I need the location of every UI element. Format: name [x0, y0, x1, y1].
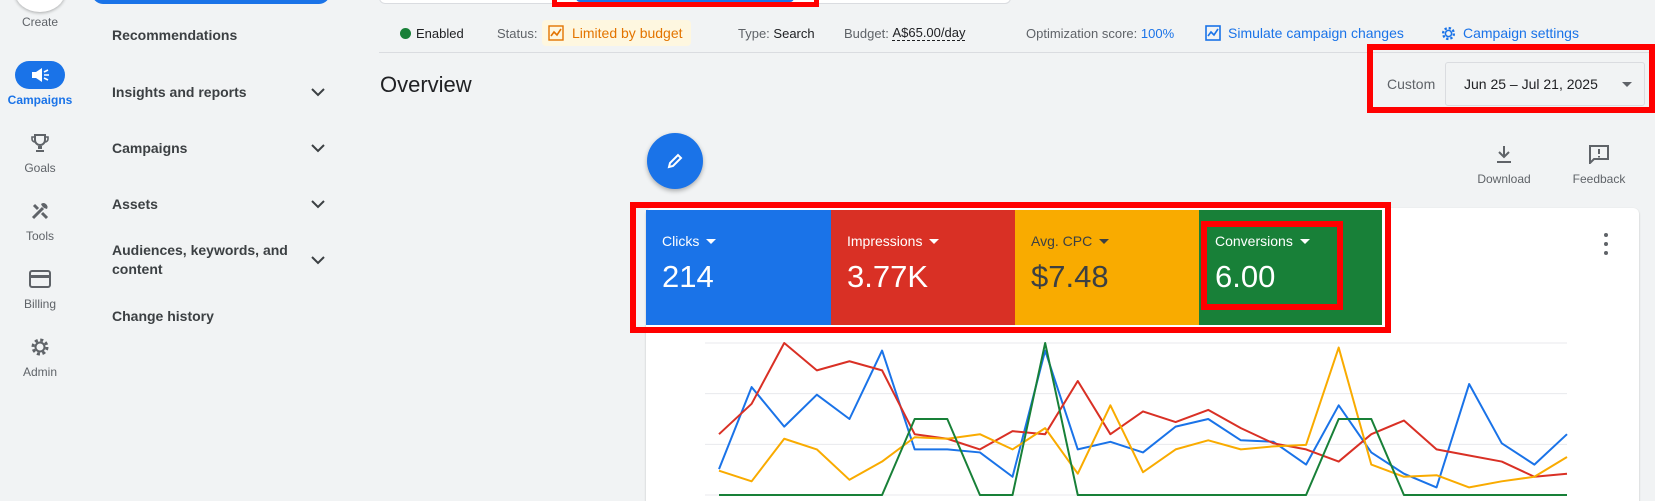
enabled-label[interactable]: Enabled: [416, 26, 464, 41]
chevron-down-icon: [309, 83, 327, 101]
nav-item-change-history[interactable]: Change history: [112, 308, 327, 324]
nav-item-recommendations[interactable]: Recommendations: [112, 27, 327, 43]
status-label: Status:: [497, 25, 538, 41]
type-label: Type:: [738, 25, 770, 41]
credit-card-icon[interactable]: [25, 266, 55, 292]
download-label: Download: [1477, 172, 1531, 186]
simulate-label: Simulate campaign changes: [1228, 25, 1404, 41]
highlight-box-date: [1367, 44, 1655, 113]
rail-item-goals[interactable]: Goals: [0, 161, 80, 175]
optimization-score[interactable]: 100%: [1141, 26, 1174, 41]
megaphone-icon: [32, 68, 49, 82]
rail-item-tools[interactable]: Tools: [0, 229, 80, 243]
campaign-settings-link[interactable]: Campaign settings: [1440, 25, 1579, 42]
feedback-button[interactable]: Feedback: [1559, 142, 1639, 186]
gear-icon[interactable]: [25, 334, 55, 360]
nav-item-label: Assets: [112, 196, 158, 212]
campaigns-rail-button[interactable]: [15, 61, 65, 89]
nav-panel: Recommendations Insights and reports Cam…: [80, 0, 330, 501]
nav-item-label: Insights and reports: [112, 84, 247, 100]
rail-item-campaigns[interactable]: Campaigns: [0, 93, 80, 107]
trend-chart-icon: [548, 25, 564, 41]
status-value: Limited by budget: [572, 25, 683, 41]
type-value: Search: [773, 25, 815, 41]
feedback-icon: [1559, 142, 1639, 166]
nav-item-audiences[interactable]: Audiences, keywords, and content: [112, 241, 327, 279]
gear-icon: [1441, 26, 1456, 40]
download-button[interactable]: Download: [1464, 142, 1544, 186]
nav-item-insights[interactable]: Insights and reports: [112, 83, 327, 101]
budget-label: Budget:: [844, 25, 889, 41]
edit-button[interactable]: [647, 133, 703, 189]
rail-item-admin[interactable]: Admin: [0, 365, 80, 379]
enabled-status-dot: [400, 27, 411, 39]
nav-item-label: Recommendations: [112, 27, 238, 43]
chevron-down-icon: [309, 195, 327, 213]
trophy-icon[interactable]: [25, 130, 55, 156]
highlight-box-conversions: [1201, 221, 1343, 310]
settings-label: Campaign settings: [1463, 25, 1579, 41]
pencil-icon: [667, 153, 683, 169]
chart-series-line-0: [718, 349, 1568, 489]
more-options-icon[interactable]: [1600, 233, 1612, 255]
nav-item-label: Change history: [112, 308, 214, 324]
highlight-box-top: [552, 0, 819, 7]
chart-box-icon: [1205, 25, 1221, 41]
budget-value[interactable]: A$65.00/day: [892, 25, 966, 41]
tools-icon[interactable]: [25, 198, 55, 224]
left-rail: Create Campaigns Goals Tools Billing Adm…: [0, 0, 80, 501]
chart-series-line-1: [718, 342, 1568, 478]
page-title: Overview: [380, 72, 472, 97]
chevron-down-icon: [309, 139, 327, 157]
nav-item-label: Audiences, keywords, and content: [112, 242, 288, 277]
nav-active-pill[interactable]: [92, 0, 330, 4]
nav-item-label: Campaigns: [112, 140, 188, 156]
performance-line-chart: [705, 342, 1568, 496]
nav-item-assets[interactable]: Assets: [112, 195, 327, 213]
status-badge[interactable]: Limited by budget: [542, 20, 691, 46]
create-button[interactable]: [15, 0, 65, 12]
chevron-down-icon: [309, 251, 327, 269]
optimization-label: Optimization score:: [1026, 25, 1138, 41]
rail-item-billing[interactable]: Billing: [0, 297, 80, 311]
nav-item-campaigns[interactable]: Campaigns: [112, 139, 327, 157]
feedback-label: Feedback: [1572, 172, 1626, 186]
create-label: Create: [21, 15, 59, 29]
download-icon: [1464, 142, 1544, 166]
simulate-campaign-link[interactable]: Simulate campaign changes: [1205, 25, 1404, 41]
